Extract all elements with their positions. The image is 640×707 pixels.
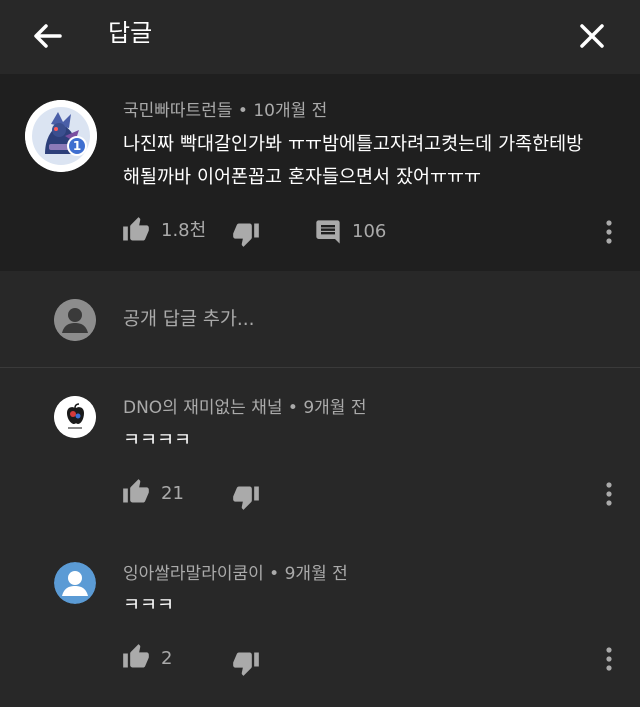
arrow-left-icon: [34, 24, 62, 48]
rank-badge: 1: [67, 136, 87, 156]
reply-text: ㅋㅋㅋㅋ: [123, 430, 192, 451]
thumbs-down-icon: [233, 486, 259, 510]
reply-count: 106: [352, 221, 387, 242]
comment-text-line-2: 해될까바 이어폰꼽고 혼자들으면서 잤어ㅠㅠㅠ: [123, 167, 482, 188]
reply-comment-button[interactable]: [314, 218, 342, 250]
page-title: 답글: [108, 19, 153, 47]
thumbs-up-icon: [123, 217, 149, 241]
avatar[interactable]: [54, 562, 96, 604]
author-name[interactable]: DNO의 재미없는 채널: [123, 398, 282, 418]
game-character-avatar-icon: [25, 100, 97, 172]
close-icon: [580, 24, 604, 48]
more-vertical-icon: [606, 647, 612, 671]
comment-text-line-1: 나진짜 빡대갈인가봐 ㅠㅠ밤에틀고자려고켯는데 가족한테방: [123, 134, 584, 155]
parent-comment: 1 국민빠따트런들 • 10개월 전 나진짜 빡대갈인가봐 ㅠㅠ밤에틀고자려고켯…: [0, 74, 640, 271]
timestamp: 10개월 전: [253, 101, 328, 121]
like-count: 21: [161, 483, 184, 504]
thumbs-up-icon: [123, 644, 149, 668]
more-options-button[interactable]: [599, 216, 619, 248]
reply-meta: DNO의 재미없는 채널 • 9개월 전: [123, 396, 366, 420]
comment-meta: 국민빠따트런들 • 10개월 전: [123, 99, 327, 123]
more-options-button[interactable]: [599, 643, 619, 675]
like-count: 2: [161, 648, 173, 669]
more-vertical-icon: [606, 482, 612, 506]
separator: •: [232, 101, 254, 121]
author-name[interactable]: 잉아쌀라말라이쿰이: [123, 564, 264, 584]
thumbs-down-icon: [233, 223, 259, 247]
reply-text: ㅋㅋㅋ: [123, 595, 175, 616]
thumbs-down-icon: [233, 652, 259, 676]
like-button[interactable]: [122, 478, 150, 510]
default-user-icon: [54, 562, 96, 604]
dislike-button[interactable]: [232, 220, 260, 252]
back-button[interactable]: [28, 16, 68, 56]
author-name[interactable]: 국민빠따트런들: [123, 101, 232, 121]
more-vertical-icon: [606, 220, 612, 244]
reply-meta: 잉아쌀라말라이쿰이 • 9개월 전: [123, 562, 348, 586]
thumbs-up-icon: [123, 479, 149, 503]
apple-logo-avatar-icon: [54, 396, 96, 438]
avatar[interactable]: 1: [25, 100, 97, 172]
divider: [0, 367, 640, 368]
like-button[interactable]: [122, 643, 150, 675]
app-header: 답글: [0, 0, 640, 74]
separator: •: [282, 398, 304, 418]
timestamp: 9개월 전: [284, 564, 348, 584]
like-button[interactable]: [122, 216, 150, 248]
avatar[interactable]: [54, 396, 96, 438]
add-reply-input[interactable]: 공개 답글 추가...: [123, 307, 255, 333]
default-user-icon: [54, 299, 96, 341]
more-options-button[interactable]: [599, 478, 619, 510]
dislike-button[interactable]: [232, 483, 260, 515]
user-avatar: [54, 299, 96, 341]
separator: •: [263, 564, 285, 584]
like-count: 1.8천: [161, 220, 207, 241]
timestamp: 9개월 전: [303, 398, 367, 418]
add-reply-row[interactable]: 공개 답글 추가...: [0, 271, 640, 368]
comment-icon: [316, 220, 340, 244]
dislike-button[interactable]: [232, 649, 260, 681]
close-button[interactable]: [572, 16, 612, 56]
